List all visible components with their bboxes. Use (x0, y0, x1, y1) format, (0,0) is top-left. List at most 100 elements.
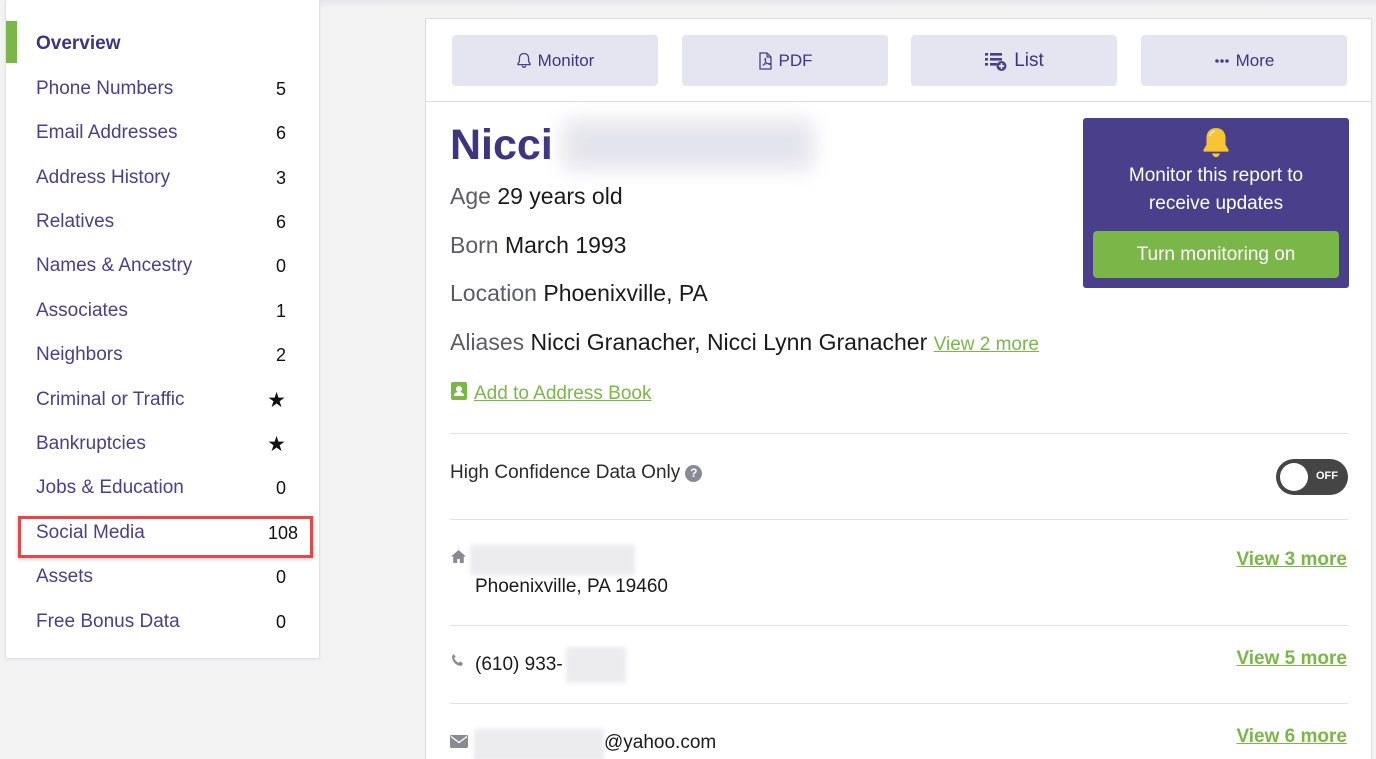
envelope-icon (450, 735, 468, 753)
location-label: Location (450, 280, 537, 306)
bell-icon (1083, 126, 1349, 160)
list-button[interactable]: List (911, 35, 1117, 86)
sidebar-item-label: Associates (36, 300, 128, 321)
pdf-button[interactable]: PDF (682, 35, 888, 86)
sidebar-item-names-ancestry[interactable]: Names & Ancestry 0 (36, 251, 286, 281)
sidebar-item-count: 6 (275, 211, 286, 232)
phone-number: (610) 933- (475, 654, 563, 675)
location-value: Phoenixville, PA (543, 280, 708, 306)
high-confidence-toggle[interactable]: OFF (1276, 459, 1348, 495)
star-icon: ★ (267, 388, 286, 412)
born-label: Born (450, 232, 499, 258)
sidebar-item-count: 3 (275, 167, 286, 188)
sidebar-item-associates[interactable]: Associates 1 (36, 296, 286, 326)
monitor-promo-line1: Monitor this report to (1128, 165, 1304, 186)
sidebar-item-count: 1 (275, 300, 286, 321)
sidebar-item-label: Jobs & Education (36, 477, 184, 498)
list-button-label: List (1014, 49, 1044, 71)
home-icon (450, 549, 467, 569)
high-confidence-row: High Confidence Data Only ? (450, 462, 703, 484)
aliases-value: Nicci Granacher, Nicci Lynn Granacher (530, 329, 928, 355)
location-row: Location Phoenixville, PA (450, 280, 708, 307)
aliases-view-more-link[interactable]: View 2 more (934, 334, 1039, 355)
top-edge (320, 0, 1376, 8)
redacted-email-user (474, 729, 604, 759)
add-address-book-link[interactable]: Add to Address Book (474, 383, 651, 405)
help-icon[interactable]: ? (685, 464, 703, 482)
phone-view-more-link[interactable]: View 5 more (1236, 648, 1347, 670)
sidebar-item-label: Bankruptcies (36, 433, 146, 454)
sidebar-item-email-addresses[interactable]: Email Addresses 6 (36, 118, 286, 148)
more-button[interactable]: More (1141, 35, 1347, 86)
sidebar-item-assets[interactable]: Assets 0 (36, 562, 286, 592)
aliases-label: Aliases (450, 329, 525, 355)
sidebar-item-free-bonus-data[interactable]: Free Bonus Data 0 (36, 607, 286, 637)
phone-icon (450, 653, 465, 673)
age-row: Age 29 years old (450, 183, 623, 210)
age-value: 29 years old (497, 183, 623, 209)
pdf-button-label: PDF (778, 50, 813, 70)
sidebar-item-bankruptcies[interactable]: Bankruptcies ★ (36, 429, 286, 459)
born-row: Born March 1993 (450, 232, 626, 259)
sidebar-item-label: Phone Numbers (36, 78, 174, 99)
divider (450, 703, 1348, 704)
monitor-button[interactable]: Monitor (452, 35, 658, 86)
sidebar-item-jobs-education[interactable]: Jobs & Education 0 (36, 473, 286, 503)
sidebar-item-overview[interactable]: Overview (36, 29, 286, 59)
sidebar-item-label: Assets (36, 566, 94, 587)
sidebar-item-label: Criminal or Traffic (36, 389, 185, 410)
divider (450, 625, 1348, 626)
turn-monitoring-on-button[interactable]: Turn monitoring on (1093, 231, 1339, 278)
sidebar-item-label: Email Addresses (36, 122, 178, 143)
divider (450, 433, 1348, 434)
aliases-row: Aliases Nicci Granacher, Nicci Lynn Gran… (450, 329, 1039, 356)
monitor-button-label: Monitor (537, 50, 595, 70)
sidebar-item-label: Free Bonus Data (36, 611, 180, 632)
highlight-annotation (18, 516, 313, 558)
list-add-icon (984, 50, 1008, 72)
address-city: Phoenixville, PA 19460 (475, 576, 668, 597)
report-toolbar: Monitor PDF List More (426, 19, 1371, 102)
email-view-more-link[interactable]: View 6 more (1236, 726, 1347, 748)
sidebar-item-label: Names & Ancestry (36, 255, 193, 276)
pdf-file-icon (758, 51, 773, 70)
sidebar-item-label: Address History (36, 167, 171, 188)
sidebar-item-criminal-traffic[interactable]: Criminal or Traffic ★ (36, 385, 286, 415)
sidebar-item-relatives[interactable]: Relatives 6 (36, 207, 286, 237)
sidebar-item-neighbors[interactable]: Neighbors 2 (36, 340, 286, 370)
redacted-street (470, 545, 635, 575)
person-name: Nicci (450, 117, 813, 173)
add-address-book-row[interactable]: Add to Address Book (450, 381, 651, 406)
sidebar-item-address-history[interactable]: Address History 3 (36, 163, 286, 193)
sidebar-item-count: 0 (275, 255, 286, 276)
age-label: Age (450, 183, 491, 209)
monitor-promo-card: Monitor this report to receive updates T… (1083, 118, 1349, 288)
sidebar-item-label: Neighbors (36, 344, 123, 365)
born-value: March 1993 (504, 232, 627, 258)
sidebar-item-count: 0 (275, 611, 286, 632)
email-domain: @yahoo.com (604, 732, 717, 753)
monitor-promo-line2: receive updates (1148, 193, 1284, 214)
sidebar-nav: Overview Phone Numbers 5 Email Addresses… (5, 0, 320, 659)
toggle-knob (1280, 463, 1308, 491)
sidebar-item-label: Relatives (36, 211, 115, 232)
sidebar-item-count: 6 (275, 122, 286, 143)
more-button-label: More (1235, 50, 1275, 70)
sidebar-item-count: 0 (275, 566, 286, 587)
sidebar-item-count: 5 (275, 78, 286, 99)
monitor-promo-text: Monitor this report to receive updates (1093, 162, 1339, 218)
sidebar-item-count: 0 (275, 477, 286, 498)
bell-outline-icon (516, 52, 532, 69)
high-confidence-label: High Confidence Data Only (450, 462, 681, 483)
active-indicator (6, 21, 17, 63)
redacted-last-name (562, 120, 813, 170)
address-view-more-link[interactable]: View 3 more (1236, 549, 1347, 571)
first-name: Nicci (450, 120, 553, 169)
sidebar-item-phone-numbers[interactable]: Phone Numbers 5 (36, 74, 286, 104)
redacted-phone-digits (566, 647, 626, 683)
sidebar-item-count: 2 (275, 344, 286, 365)
ellipsis-icon (1214, 58, 1230, 64)
report-card: Monitor PDF List More Nicci Age 29 years… (425, 18, 1372, 759)
divider (450, 519, 1348, 520)
star-icon: ★ (267, 432, 286, 456)
